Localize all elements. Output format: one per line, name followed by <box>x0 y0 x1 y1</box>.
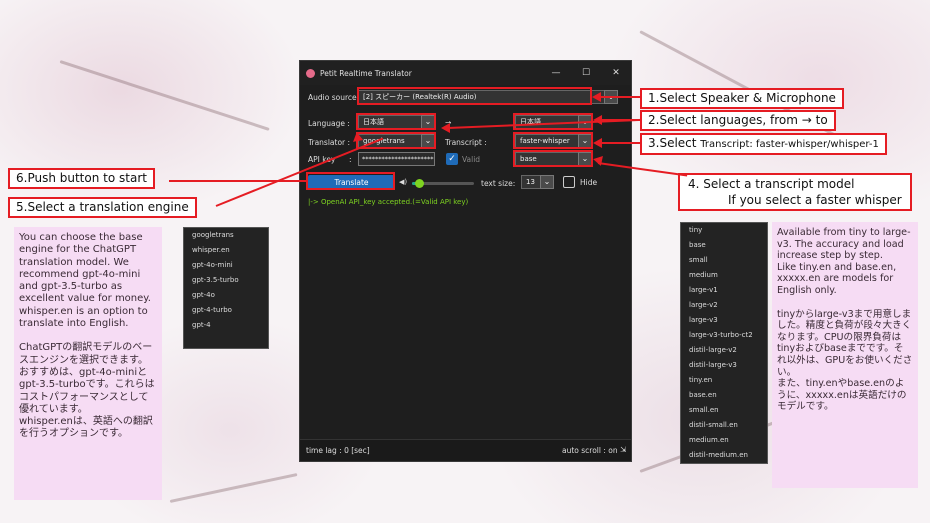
valid-label: Valid <box>462 155 481 164</box>
highlight-box <box>513 150 593 167</box>
hide-label: Hide <box>580 178 598 187</box>
maximize-button[interactable]: ☐ <box>571 61 601 85</box>
translator-label: Translator : <box>308 138 351 147</box>
callout-4-line2: If you select a faster whisper <box>728 193 902 207</box>
time-lag-text: time lag : 0 [sec] <box>306 446 370 455</box>
list-item[interactable]: distil-large-v2 <box>681 343 767 358</box>
log-line: |-> OpenAI API_key accepted.(=Valid API … <box>308 198 469 206</box>
app-icon <box>306 68 315 78</box>
highlight-box <box>356 132 436 149</box>
highlight-box <box>357 87 592 105</box>
list-item[interactable]: gpt-4 <box>184 318 268 333</box>
model-options-list: tiny base small medium large-v1 large-v2 large… <box>680 222 768 464</box>
callout-3-main: 3.Select <box>648 136 701 150</box>
list-item[interactable]: small.en <box>681 403 767 418</box>
callout-1: 1.Select Speaker & Microphone <box>640 88 844 109</box>
arrow-head <box>593 138 602 148</box>
api-key-colon: : <box>349 155 352 164</box>
callout-5: 5.Select a translation engine <box>8 197 197 218</box>
callout-4: 4. Select a transcript model If you selec… <box>678 173 912 211</box>
resize-grip-icon[interactable]: ⇲ <box>620 445 626 454</box>
right-note-ja: tinyからlarge-v3まで用意しました。精度と負荷が段々大きくなります。C… <box>777 308 913 413</box>
arrow <box>169 180 306 182</box>
hide-checkbox[interactable] <box>563 176 575 188</box>
right-note-en: Available from tiny to large-v3. The acc… <box>777 227 911 296</box>
list-item[interactable]: gpt-4-turbo <box>184 303 268 318</box>
chevron-down-icon[interactable]: ⌄ <box>540 175 554 189</box>
list-item[interactable]: base <box>681 238 767 253</box>
close-button[interactable]: ✕ <box>601 61 631 85</box>
translator-options: googletrans whisper.en gpt-4o-mini gpt-3.5-… <box>184 228 268 333</box>
left-note-ja: ChatGPTの翻訳モデルのベースエンジンを選択できます。おすすめは、gpt-4… <box>19 342 155 440</box>
transcript-label: Transcript : <box>445 138 487 147</box>
callout-2: 2.Select languages, from → to <box>640 110 836 131</box>
status-bar: time lag : 0 [sec] auto scroll : on ⇲ <box>300 439 631 461</box>
api-key-input[interactable]: ********************** <box>358 152 435 166</box>
window-title: Petit Realtime Translator <box>320 68 412 78</box>
highlight-box <box>306 172 395 190</box>
audio-source-label: Audio source <box>308 93 357 102</box>
highlight-box <box>356 113 436 130</box>
valid-checkbox[interactable]: ✓ <box>446 153 458 165</box>
volume-slider[interactable] <box>412 179 474 188</box>
callout-6: 6.Push button to start <box>8 168 155 189</box>
speaker-icon[interactable]: ◀) <box>399 178 407 186</box>
callout-3-small: Transcript: faster-whisper/whisper-1 <box>700 139 879 150</box>
arrow-head <box>592 92 601 102</box>
list-item[interactable]: large-v1 <box>681 283 767 298</box>
callout-4-line1: 4. Select a transcript model <box>688 177 855 191</box>
list-item[interactable]: large-v2 <box>681 298 767 313</box>
list-item[interactable]: large-v3-turbo-ct2 <box>681 328 767 343</box>
text-size-label: text size: <box>481 179 516 188</box>
right-note: Available from tiny to large-v3. The acc… <box>772 222 918 488</box>
highlight-box <box>513 132 593 149</box>
list-item[interactable]: whisper.en <box>184 243 268 258</box>
list-item[interactable]: distil-large-v3 <box>681 358 767 373</box>
list-item[interactable]: gpt-3.5-turbo <box>184 273 268 288</box>
list-item[interactable]: medium.en <box>681 433 767 448</box>
minimize-button[interactable]: — <box>541 61 571 85</box>
translator-options-list: googletrans whisper.en gpt-4o-mini gpt-3.5-… <box>183 227 269 349</box>
model-options: tiny base small medium large-v1 large-v2 large… <box>681 223 767 463</box>
list-item[interactable]: medium <box>681 268 767 283</box>
list-item[interactable]: googletrans <box>184 228 268 243</box>
list-item[interactable]: distil-small.en <box>681 418 767 433</box>
list-item[interactable]: large-v3 <box>681 313 767 328</box>
list-item[interactable]: gpt-4o-mini <box>184 258 268 273</box>
list-item[interactable]: small <box>681 253 767 268</box>
volume-slider-knob[interactable] <box>415 179 425 188</box>
auto-scroll-text: auto scroll : on <box>562 446 618 455</box>
title-bar: Petit Realtime Translator — ☐ ✕ <box>300 61 631 85</box>
list-item[interactable]: distil-medium.en <box>681 448 767 463</box>
left-note-en: You can choose the base engine for the C… <box>19 232 151 330</box>
list-item[interactable]: tiny <box>681 223 767 238</box>
callout-3: 3.Select Transcript: faster-whisper/whis… <box>640 133 887 155</box>
list-item[interactable]: gpt-4o <box>184 288 268 303</box>
list-item[interactable]: base.en <box>681 388 767 403</box>
list-item[interactable]: tiny.en <box>681 373 767 388</box>
arrow-head <box>441 123 450 133</box>
language-label: Language : <box>308 119 350 128</box>
left-note: You can choose the base engine for the C… <box>14 227 162 500</box>
